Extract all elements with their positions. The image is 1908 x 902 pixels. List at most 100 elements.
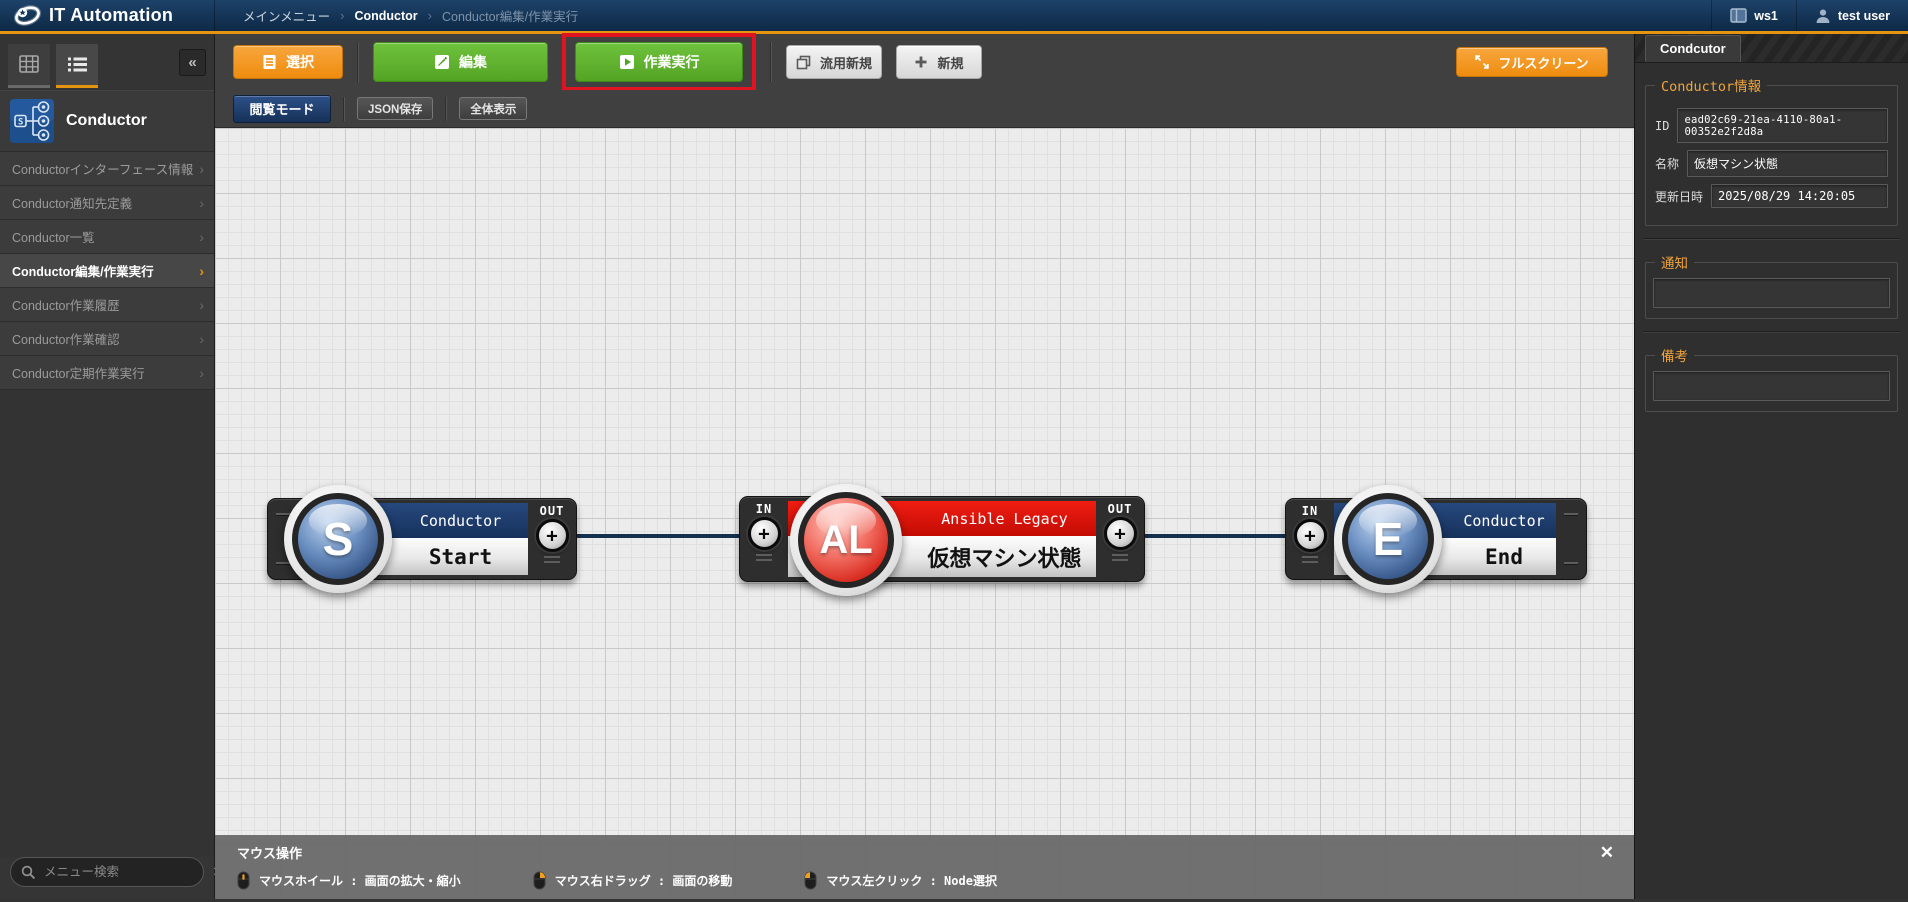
logo-icon — [14, 2, 41, 29]
chevron-right-icon: › — [199, 229, 204, 245]
user-menu[interactable]: test user — [1796, 0, 1908, 31]
panel-tab-bar: Condcutor — [1635, 34, 1908, 63]
mouse-help-close-icon[interactable]: ✕ — [1600, 843, 1614, 863]
mouse-help-overlay: マウス操作 マウスホイール : 画面の拡大・縮小 — [215, 835, 1634, 899]
port-grip — [1112, 554, 1128, 564]
reuse-new-button[interactable]: 流用新規 — [786, 45, 882, 79]
edit-button[interactable]: 編集 — [373, 42, 548, 82]
workspace-switcher[interactable]: ws1 — [1711, 0, 1796, 31]
conductor-canvas[interactable]: Conductor Start OUT + S IN — [215, 128, 1634, 899]
json-save-button[interactable]: JSON保存 — [357, 97, 433, 120]
edge-al-to-end — [1141, 534, 1291, 538]
conductor-toolbar: 選択 編集 — [215, 34, 1634, 90]
node-type-label: Conductor — [1463, 512, 1544, 530]
sidebar-item-notification-destination[interactable]: Conductor通知先定義 › — [0, 186, 214, 220]
toolbar-separator — [770, 42, 772, 82]
field-label: ID — [1655, 119, 1669, 133]
sidebar-collapse-button[interactable]: « — [179, 49, 206, 76]
sidebar-item-conductor-edit-execute[interactable]: Conductor編集/作業実行 › — [0, 254, 214, 288]
conductor-updated-value: 2025/08/29 14:20:05 — [1711, 184, 1888, 208]
app-title: IT Automation — [49, 5, 173, 26]
pencil-icon — [434, 54, 450, 70]
document-list-icon — [262, 54, 277, 70]
panel-divider — [1643, 331, 1900, 333]
execute-button[interactable]: 作業実行 — [575, 42, 743, 82]
node-in-port[interactable]: IN + — [1286, 499, 1334, 579]
view-mode-button[interactable]: 閲覧モード — [233, 95, 331, 123]
fullscreen-button[interactable]: フルスクリーン — [1456, 47, 1608, 77]
mouse-left-button-icon — [804, 871, 817, 890]
plus-icon — [914, 55, 928, 69]
fit-view-button[interactable]: 全体表示 — [459, 97, 527, 120]
sidebar-item-work-history[interactable]: Conductor作業履歴 › — [0, 288, 214, 322]
breadcrumb: メインメニュー › Conductor › Conductor編集/作業実行 — [215, 6, 578, 25]
node-ansible-legacy[interactable]: IN + Ansible Legacy 仮想マシン状態 OUT + — [739, 496, 1145, 582]
menu-search-input[interactable] — [44, 865, 205, 879]
search-icon — [21, 865, 36, 880]
sidebar-tab-list[interactable] — [56, 44, 98, 88]
sidebar-item-scheduled-execute[interactable]: Conductor定期作業実行 › — [0, 356, 214, 390]
top-header: IT Automation メインメニュー › Conductor › Cond… — [0, 0, 1908, 34]
conductor-info-legend: Conductor情報 — [1655, 75, 1767, 95]
new-button[interactable]: 新規 — [896, 45, 982, 79]
field-row-updated: 更新日時 2025/08/29 14:20:05 — [1655, 184, 1888, 208]
node-al-badge: AL — [790, 484, 902, 596]
node-name-label: Start — [429, 545, 492, 569]
node-end[interactable]: IN + Conductor End E — [1285, 498, 1587, 580]
node-out-port[interactable]: OUT + — [528, 499, 576, 579]
copy-icon — [796, 55, 811, 70]
node-out-port[interactable]: OUT + — [1096, 497, 1144, 581]
sidebar-tab-grid[interactable] — [8, 44, 50, 88]
node-end-badge: E — [1334, 485, 1442, 593]
connector-plug-icon[interactable]: + — [536, 519, 569, 552]
sidebar-item-conductor-list[interactable]: Conductor一覧 › — [0, 220, 214, 254]
edge-start-to-al — [571, 534, 743, 538]
menu-search[interactable]: ✕ — [10, 857, 204, 887]
sidebar-section-title: Conductor — [66, 112, 147, 130]
conductor-info-fieldset: Conductor情報 ID ead02c69-21ea-4110-80a1-0… — [1645, 75, 1898, 226]
note-input[interactable] — [1653, 371, 1890, 401]
breadcrumb-main-menu[interactable]: メインメニュー — [243, 6, 330, 25]
chevron-right-icon: › — [199, 365, 204, 381]
chevron-right-icon: › — [199, 297, 204, 313]
tab-conductor[interactable]: Condcutor — [1645, 35, 1741, 62]
select-button[interactable]: 選択 — [233, 45, 343, 79]
connector-plug-icon[interactable]: + — [1104, 517, 1137, 550]
sidebar-section-header: S Conductor — [0, 90, 214, 152]
field-row-name: 名称 仮想マシン状態 — [1655, 150, 1888, 177]
connector-plug-icon[interactable]: + — [748, 517, 781, 550]
chevron-right-icon: › — [199, 195, 204, 211]
sidebar-menu: Conductorインターフェース情報 › Conductor通知先定義 › C… — [0, 152, 214, 390]
field-row-id: ID ead02c69-21ea-4110-80a1-00352e2f2d8a — [1655, 108, 1888, 143]
node-name-label: 仮想マシン状態 — [927, 541, 1081, 573]
toolbar-separator — [343, 97, 345, 121]
field-label: 名称 — [1655, 155, 1679, 172]
breadcrumb-current-page: Conductor編集/作業実行 — [442, 6, 578, 25]
chevron-right-icon: › — [199, 161, 204, 177]
node-start[interactable]: Conductor Start OUT + S — [267, 498, 577, 580]
grid-icon — [19, 55, 39, 73]
chevron-right-icon: › — [199, 263, 204, 279]
detail-panel: Condcutor Conductor情報 ID ead02c69-21ea-4… — [1634, 34, 1908, 899]
breadcrumb-separator-icon: › — [340, 8, 344, 23]
conductor-name-value: 仮想マシン状態 — [1687, 150, 1888, 177]
notice-fieldset: 通知 — [1645, 252, 1898, 319]
mouse-right-button-icon — [533, 871, 546, 890]
app-logo[interactable]: IT Automation — [0, 0, 215, 31]
port-grip — [756, 554, 772, 564]
user-label: test user — [1838, 9, 1890, 23]
sidebar-item-work-confirm[interactable]: Conductor作業確認 › — [0, 322, 214, 356]
fullscreen-icon — [1475, 55, 1489, 69]
notice-input[interactable] — [1653, 278, 1890, 308]
sidebar: « S — [0, 34, 215, 899]
list-icon — [67, 56, 88, 73]
conductor-id-value: ead02c69-21ea-4110-80a1-00352e2f2d8a — [1677, 108, 1888, 143]
breadcrumb-conductor[interactable]: Conductor — [354, 9, 417, 23]
node-in-port[interactable]: IN + — [740, 497, 788, 581]
toolbar-separator — [357, 42, 359, 82]
note-fieldset: 備考 — [1645, 345, 1898, 412]
view-toolbar: 閲覧モード JSON保存 全体表示 — [215, 90, 1634, 128]
sidebar-item-conductor-interface[interactable]: Conductorインターフェース情報 › — [0, 152, 214, 186]
toolbar-separator — [445, 97, 447, 121]
connector-plug-icon[interactable]: + — [1294, 519, 1327, 552]
